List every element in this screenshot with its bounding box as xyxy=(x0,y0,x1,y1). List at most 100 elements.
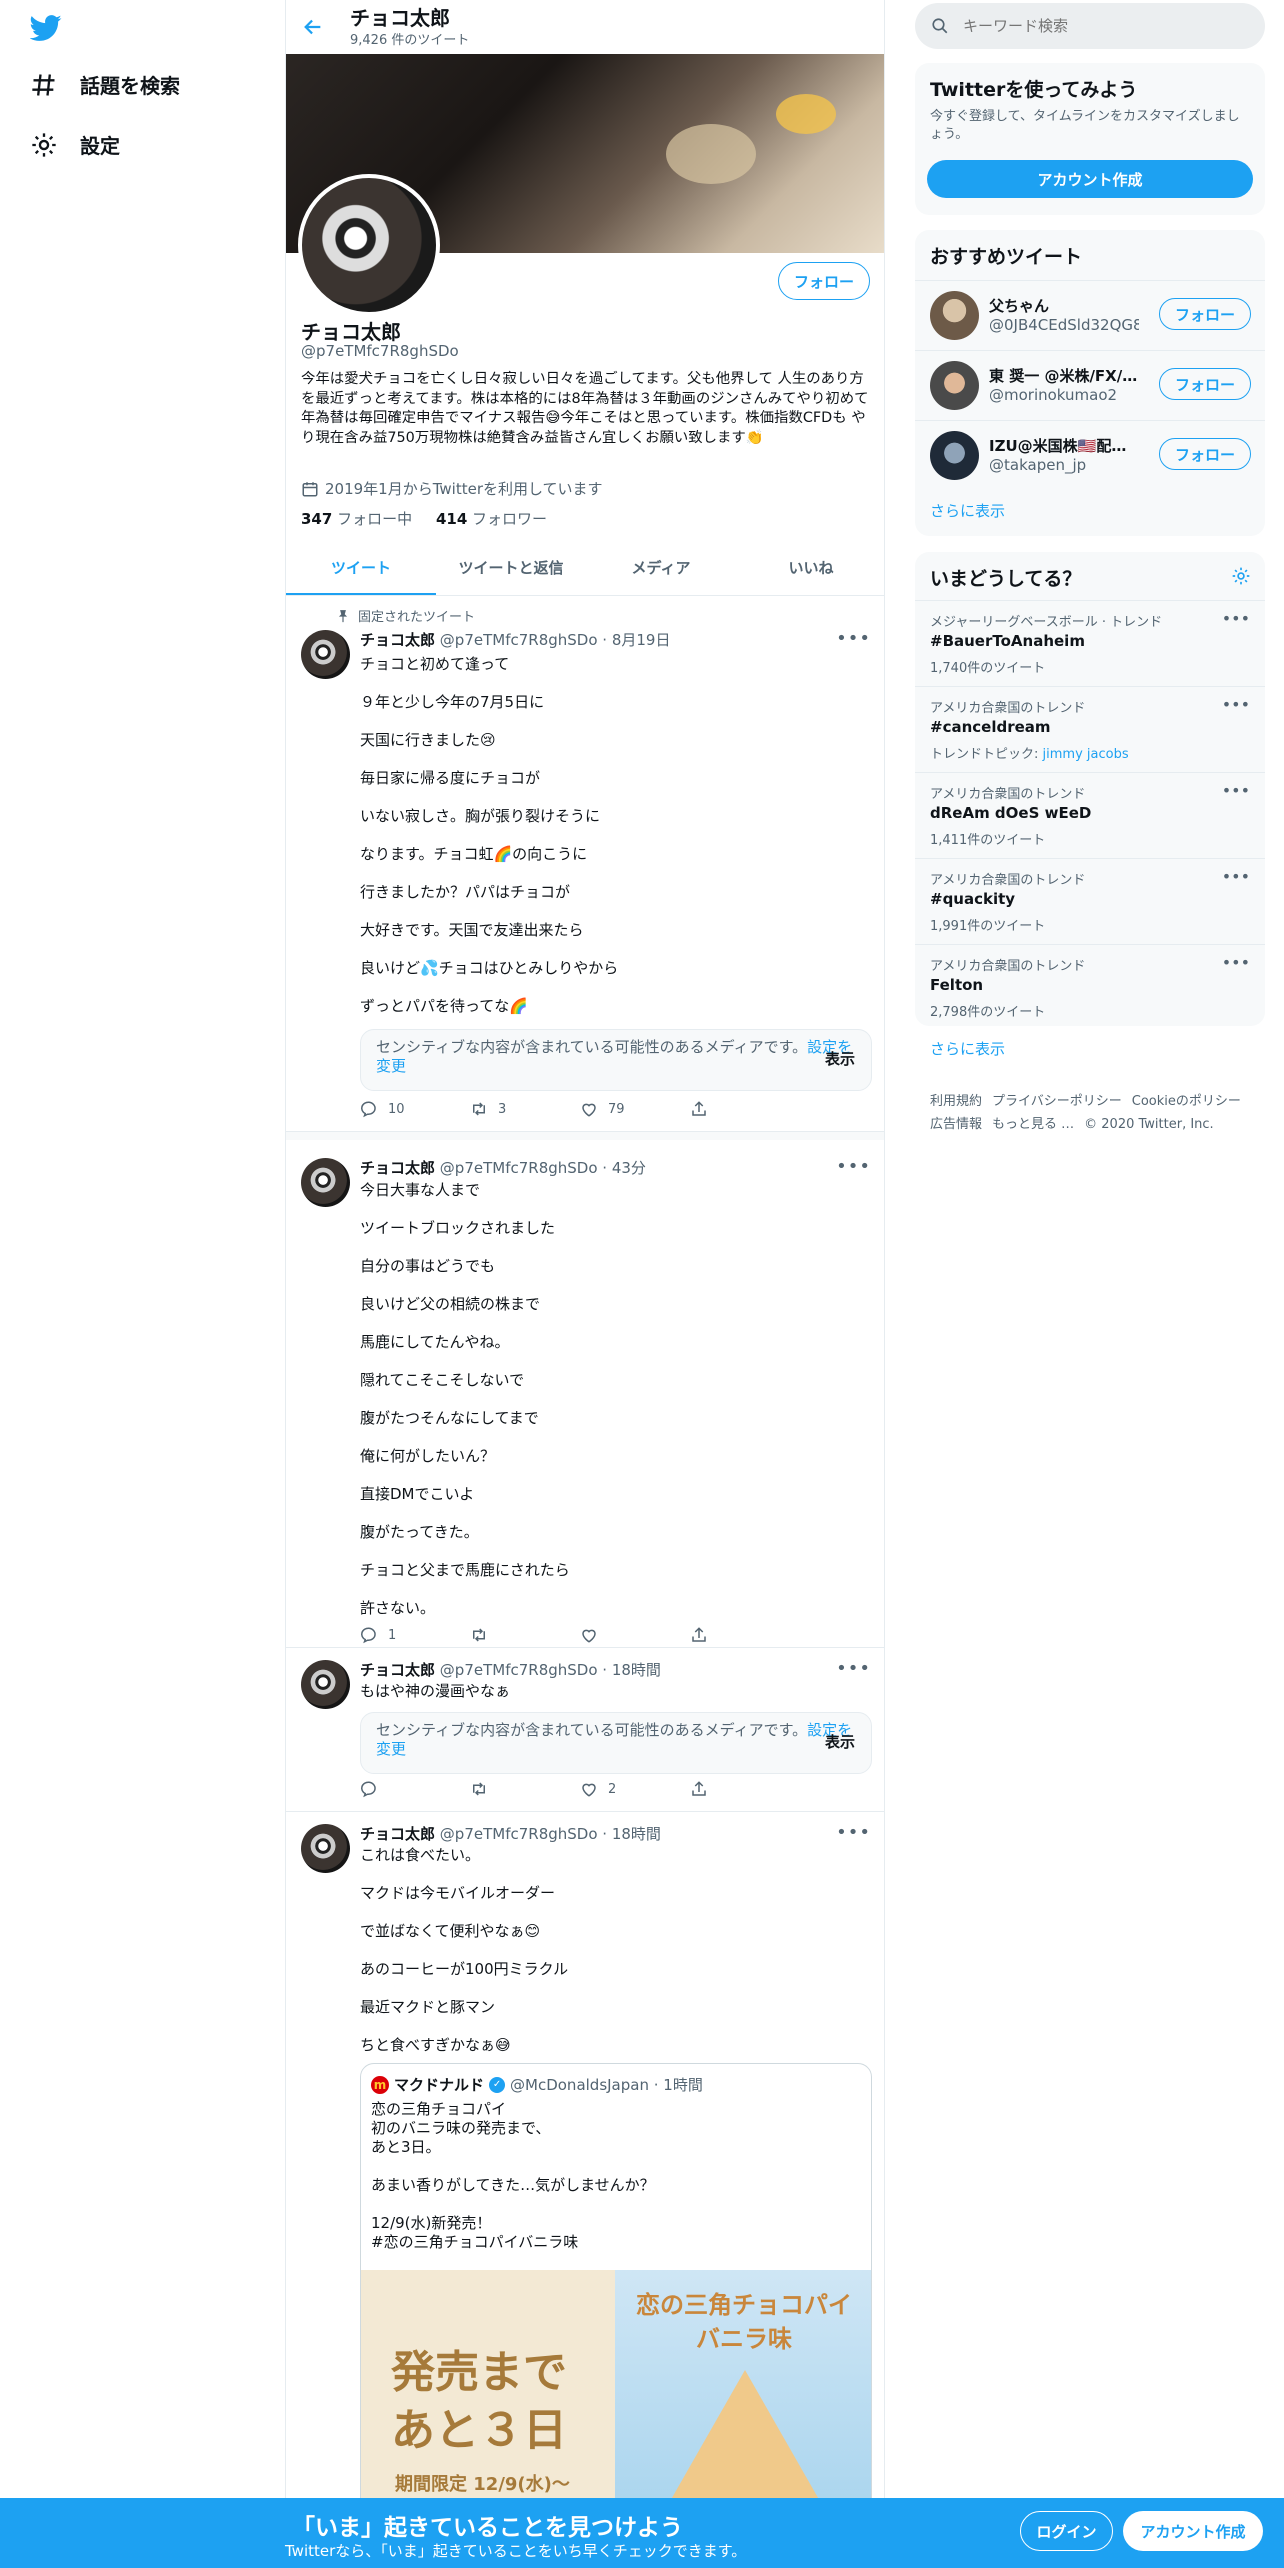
nav-settings[interactable]: 設定 xyxy=(30,130,120,159)
profile-avatar[interactable] xyxy=(298,174,440,316)
more-options-icon[interactable]: ••• xyxy=(836,628,871,649)
tweet-line: 天国に行きました😢 xyxy=(360,731,496,749)
signup-button[interactable]: アカウント作成 xyxy=(1123,2511,1263,2551)
tweet-author[interactable]: チョコ太郎 xyxy=(360,1661,435,1679)
recommended-user[interactable]: 東 奨一 @米株/FX/不… @morinokumao2 フォロー xyxy=(915,350,1265,420)
search-input[interactable] xyxy=(963,17,1243,35)
footer-ads-link[interactable]: 広告情報 xyxy=(930,1117,982,1132)
like-button[interactable]: 2 xyxy=(580,1780,690,1798)
like-button[interactable]: 79 xyxy=(580,1100,690,1118)
promo-date: 期間限定 12/9(水)〜 xyxy=(395,2474,570,2495)
share-button[interactable] xyxy=(690,1780,800,1798)
tweet-item[interactable]: チョコ太郎 @p7eTMfc7R8ghSDo · 8月19日 ••• チョコと初… xyxy=(286,596,884,1132)
recommended-title: おすすめツイート xyxy=(930,246,1083,268)
trend-item[interactable]: アメリカ合衆国のトレンド dReAm dOeS wEeD 1,411件のツイート… xyxy=(915,772,1265,858)
trend-item[interactable]: アメリカ合衆国のトレンド #canceldream トレンドトピック: jimm… xyxy=(915,686,1265,772)
tab-media[interactable]: メディア xyxy=(586,540,736,595)
more-options-icon[interactable]: ••• xyxy=(1222,781,1250,800)
more-options-icon[interactable]: ••• xyxy=(1222,609,1250,628)
share-button[interactable] xyxy=(690,1100,800,1118)
avatar[interactable] xyxy=(930,361,979,410)
gear-icon[interactable] xyxy=(1231,566,1251,586)
tweet-item[interactable]: チョコ太郎 @p7eTMfc7R8ghSDo · 43分 ••• 今日大事な人ま… xyxy=(286,1132,884,1648)
more-options-icon[interactable]: ••• xyxy=(1222,695,1250,714)
retweet-button[interactable] xyxy=(470,1780,580,1798)
tweet-author[interactable]: チョコ太郎 xyxy=(360,631,435,649)
tweet-author[interactable]: チョコ太郎 xyxy=(360,1825,435,1843)
show-media-button[interactable]: 表示 xyxy=(825,1733,855,1752)
more-options-icon[interactable]: ••• xyxy=(836,1658,871,1679)
calendar-icon xyxy=(302,481,318,496)
search-box[interactable] xyxy=(915,3,1265,49)
reply-icon xyxy=(361,1781,376,1798)
show-media-button[interactable]: 表示 xyxy=(825,1050,855,1069)
avatar[interactable] xyxy=(930,431,979,480)
more-options-icon[interactable]: ••• xyxy=(1222,867,1250,886)
show-more-recommended[interactable]: さらに表示 xyxy=(930,500,1005,521)
trend-topic: トレンドトピック: jimmy jacobs xyxy=(930,743,1129,762)
trend-name: #canceldream xyxy=(930,718,1051,736)
trend-item[interactable]: メジャーリーグベースボール · トレンド #BauerToAnaheim 1,7… xyxy=(915,600,1265,686)
tweet-header: チョコ太郎 @p7eTMfc7R8ghSDo · 8月19日 xyxy=(360,629,670,650)
footer-privacy-link[interactable]: プライバシーポリシー xyxy=(992,1094,1122,1109)
trend-topic-link[interactable]: jimmy jacobs xyxy=(1043,747,1129,762)
tweet-meta[interactable]: @p7eTMfc7R8ghSDo · 8月19日 xyxy=(440,631,671,649)
heart-icon xyxy=(582,1783,596,1797)
tab-likes[interactable]: いいね xyxy=(736,540,884,595)
followers-label: フォロワー xyxy=(472,510,548,528)
tweet-meta[interactable]: @p7eTMfc7R8ghSDo · 43分 xyxy=(440,1159,646,1177)
nav-explore[interactable]: 話題を検索 xyxy=(30,70,180,99)
profile-tabs: ツイート ツイートと返信 メディア いいね xyxy=(286,540,884,596)
tab-tweets[interactable]: ツイート xyxy=(286,540,436,595)
avatar[interactable] xyxy=(930,291,979,340)
profile-handle: @p7eTMfc7R8ghSDo xyxy=(301,342,459,360)
tweet-line: 大好きです。天国で友達出来たら xyxy=(360,921,584,939)
footer-terms-link[interactable]: 利用規約 xyxy=(930,1094,982,1109)
recommended-user[interactable]: IZU@米国株🇺🇸配当… @takapen_jp フォロー xyxy=(915,420,1265,490)
following-link[interactable]: 347 フォロー中 xyxy=(301,510,412,528)
tweet-avatar[interactable] xyxy=(301,1660,350,1709)
footer-cookie-link[interactable]: Cookieのポリシー xyxy=(1132,1094,1241,1109)
more-options-icon[interactable]: ••• xyxy=(836,1822,871,1843)
retweet-button[interactable] xyxy=(470,1626,580,1644)
trend-count: 1,740件のツイート xyxy=(930,661,1046,676)
follow-button[interactable]: フォロー xyxy=(1159,298,1251,330)
tweet-avatar[interactable] xyxy=(301,630,350,679)
header-title: チョコ太郎 xyxy=(350,5,450,30)
twitter-logo-icon[interactable] xyxy=(30,12,62,44)
tweet-meta[interactable]: @p7eTMfc7R8ghSDo · 18時間 xyxy=(440,1825,661,1843)
share-button[interactable] xyxy=(690,1626,800,1644)
tweet-meta[interactable]: @p7eTMfc7R8ghSDo · 18時間 xyxy=(440,1661,661,1679)
following-count: 347 xyxy=(301,510,333,528)
create-account-button[interactable]: アカウント作成 xyxy=(927,160,1253,198)
tab-tweets-and-replies[interactable]: ツイートと返信 xyxy=(436,540,586,595)
more-options-icon[interactable]: ••• xyxy=(836,1156,871,1177)
retweet-button[interactable]: 3 xyxy=(470,1100,580,1118)
promo-product-title: 恋の三角チョコパイ バニラ味 xyxy=(636,2291,852,2353)
bottom-bar-subtitle: Twitterなら、「いま」起きていることをいち早くチェックできます。 xyxy=(285,2542,747,2560)
trend-item[interactable]: アメリカ合衆国のトレンド Felton 2,798件のツイート ••• xyxy=(915,944,1265,1020)
quoted-tweet[interactable]: m マクドナルド ✓ @McDonaldsJapan · 1時間 恋の三角チョコ… xyxy=(360,2063,872,2568)
like-button[interactable] xyxy=(580,1626,690,1644)
tweet-avatar[interactable] xyxy=(301,1158,350,1207)
more-options-icon[interactable]: ••• xyxy=(1222,953,1250,972)
follow-button[interactable]: フォロー xyxy=(1159,438,1251,470)
reply-button[interactable] xyxy=(360,1780,470,1798)
tweet-author[interactable]: チョコ太郎 xyxy=(360,1159,435,1177)
tweet-item[interactable]: チョコ太郎 @p7eTMfc7R8ghSDo · 18時間 ••• もはや神の漫… xyxy=(286,1648,884,1812)
tweet-avatar[interactable] xyxy=(301,1824,350,1873)
follow-button[interactable]: フォロー xyxy=(778,262,870,300)
recommended-user[interactable]: 父ちゃん @0JB4CEdSld32QG8 フォロー xyxy=(915,280,1265,350)
reply-button[interactable]: 10 xyxy=(360,1100,470,1118)
back-arrow-icon[interactable] xyxy=(302,16,324,38)
show-more-trends[interactable]: さらに表示 xyxy=(930,1038,1005,1059)
trend-item[interactable]: アメリカ合衆国のトレンド #quackity 1,991件のツイート ••• xyxy=(915,858,1265,944)
reply-button[interactable]: 1 xyxy=(360,1626,470,1644)
recommended-user-name: IZU@米国株🇺🇸配当… xyxy=(989,437,1139,455)
tweet-line: 自分の事はどうでも xyxy=(360,1257,496,1275)
signup-box: Twitterを使ってみよう 今すぐ登録して、タイムラインをカスタマイズしましょ… xyxy=(915,63,1265,215)
follow-button[interactable]: フォロー xyxy=(1159,368,1251,400)
followers-link[interactable]: 414 フォロワー xyxy=(436,510,547,528)
login-button[interactable]: ログイン xyxy=(1020,2511,1113,2551)
footer-more-link[interactable]: もっと見る … xyxy=(992,1117,1074,1132)
